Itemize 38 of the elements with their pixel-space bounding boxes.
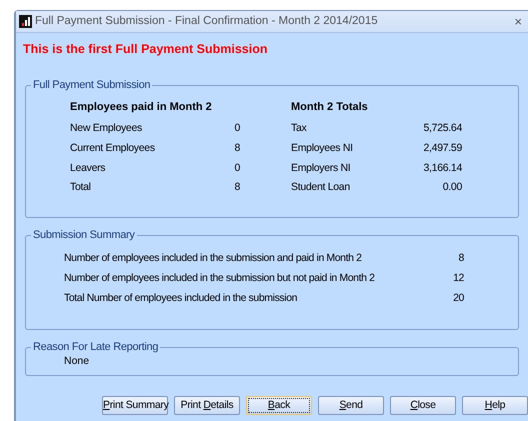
dialog-button[interactable]: Close: [390, 396, 456, 415]
row-label: Total: [70, 180, 92, 196]
group-title: Submission Summary: [32, 228, 136, 243]
summary-value: 12: [452, 270, 464, 286]
row-value: 0.00: [442, 180, 462, 196]
column-heading: Employees paid in Month 2: [70, 100, 213, 116]
dialog-button[interactable]: Print Details: [174, 396, 240, 415]
row-label: Employers NI: [291, 160, 352, 176]
row-value: 5,725.64: [422, 121, 462, 136]
row-value: 8: [233, 140, 240, 156]
app-icon: [19, 15, 32, 28]
row-label: Current Employees: [70, 140, 156, 156]
late-reason: None: [63, 354, 90, 370]
row-label: Tax: [291, 121, 308, 136]
summary-label: Total Number of employees included in the submission: [64, 290, 298, 306]
row-label: Leavers: [70, 160, 106, 176]
row-label: Student Loan: [291, 180, 351, 196]
summary-value: 8: [458, 251, 464, 266]
close-button[interactable]: ×: [514, 15, 522, 28]
notice-text: This is the first Full Payment Submission: [23, 41, 268, 58]
dialog-button[interactable]: Print Summary: [102, 396, 168, 415]
group-title: Full Payment Submission: [32, 78, 152, 93]
dialog-button[interactable]: Send: [318, 396, 384, 415]
summary-value: 20: [452, 290, 464, 306]
row-value: 8: [233, 180, 240, 196]
dialog-button[interactable]: Back: [246, 396, 312, 415]
row-label: New Employees: [70, 121, 143, 136]
summary-label: Number of employees included in the submission and paid in Month 2: [64, 251, 363, 266]
row-value: 0: [233, 160, 240, 176]
window-title: Full Payment Submission - Final Confirmation - Month 2 2014/2015: [35, 14, 379, 29]
dialog-button[interactable]: Help: [462, 396, 528, 415]
group-title: Reason For Late Reporting: [32, 340, 160, 355]
row-value: 3,166.14: [422, 160, 462, 176]
row-value: 2,497.59: [422, 140, 462, 156]
row-value: 0: [233, 121, 240, 136]
summary-label: Number of employees included in the submission but not paid in Month 2: [64, 270, 376, 286]
column-heading: Month 2 Totals: [291, 100, 369, 116]
row-label: Employees NI: [291, 140, 354, 156]
